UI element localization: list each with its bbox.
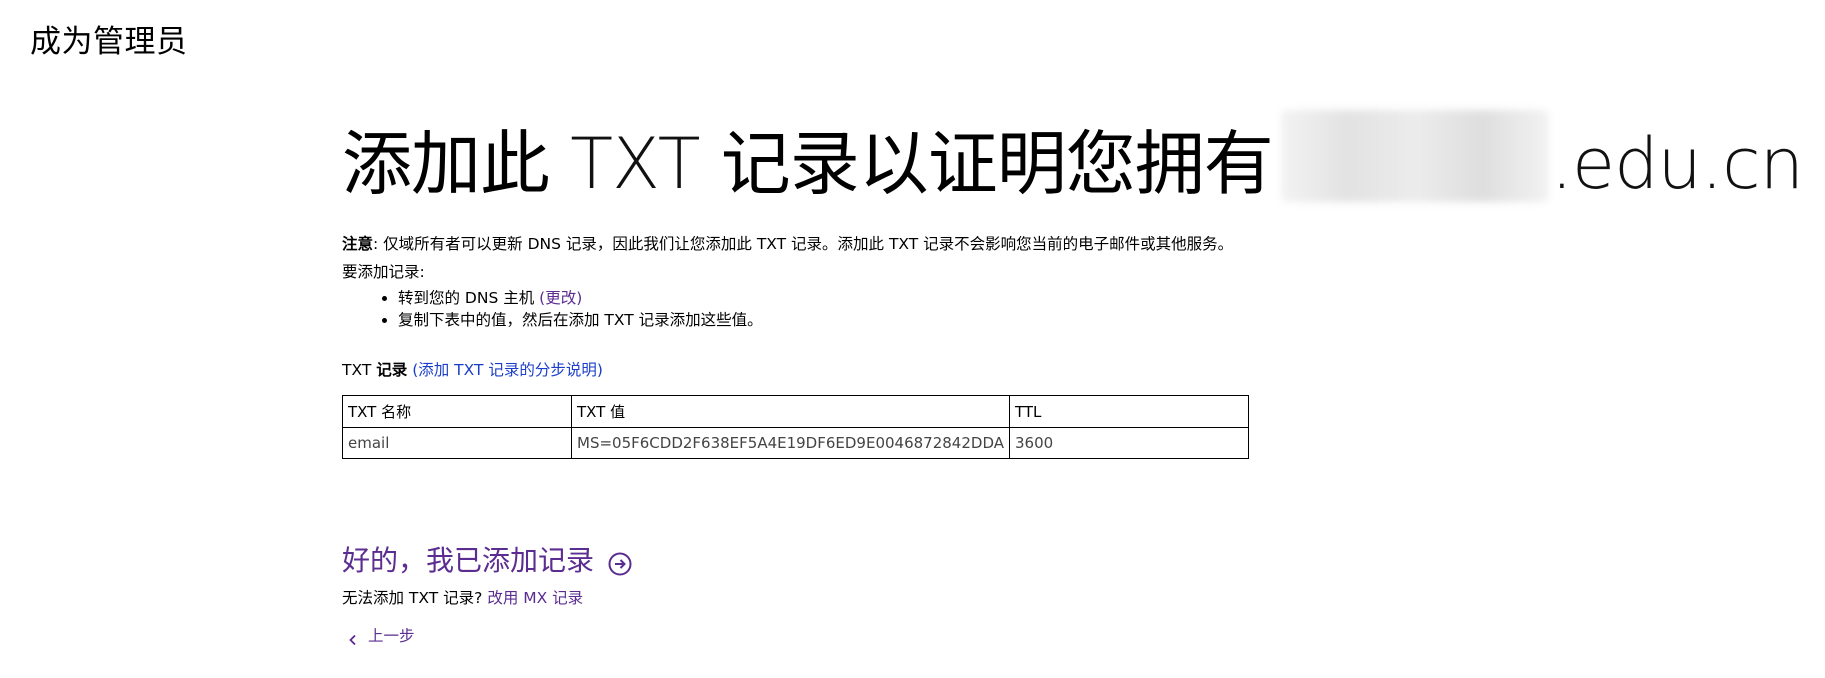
- cell-txt-name[interactable]: email: [342, 427, 572, 459]
- txt-help-link[interactable]: (添加 TXT 记录的分步说明): [412, 361, 603, 379]
- cell-ttl[interactable]: 3600: [1009, 427, 1249, 459]
- page-title: 添加此 TXT 记录以证明您拥有 .edu.cn: [342, 110, 1804, 209]
- redacted-domain: [1280, 110, 1549, 202]
- column-header-ttl: TTL: [1009, 395, 1249, 428]
- cell-txt-value[interactable]: MS=05F6CDD2F638EF5A4E19DF6ED9E0046872842…: [571, 427, 1010, 459]
- table-header-row: TXT 名称 TXT 值 TTL: [342, 395, 1249, 428]
- note-paragraph: 注意: 仅域所有者可以更新 DNS 记录，因此我们让您添加此 TXT 记录。添加…: [342, 233, 1742, 255]
- note-label: 注意: [342, 235, 374, 253]
- title-domain-suffix: .edu.cn: [1550, 123, 1804, 205]
- chevron-left-icon: [348, 630, 358, 646]
- txt-record-label: TXT 记录 (添加 TXT 记录的分步说明): [342, 359, 1742, 381]
- note-text: : 仅域所有者可以更新 DNS 记录，因此我们让您添加此 TXT 记录。添加此 …: [373, 235, 1234, 253]
- table-row: email MS=05F6CDD2F638EF5A4E19DF6ED9E0046…: [342, 427, 1249, 459]
- txt-label-prefix: TXT: [342, 361, 372, 379]
- txt-record-table: TXT 名称 TXT 值 TTL email MS=05F6CDD2F638EF…: [342, 395, 1249, 459]
- confirm-label: 好的，我已添加记录: [342, 544, 595, 577]
- back-button[interactable]: 上一步: [342, 625, 1742, 647]
- step1-text: 转到您的 DNS 主机: [398, 289, 535, 307]
- main-content: 添加此 TXT 记录以证明您拥有 .edu.cn 注意: 仅域所有者可以更新 DN…: [342, 110, 1804, 647]
- confirm-added-record-button[interactable]: 好的，我已添加记录: [342, 543, 1742, 579]
- instructions-list: 转到您的 DNS 主机 (更改) 复制下表中的值，然后在添加 TXT 记录添加这…: [342, 287, 1742, 331]
- change-dns-host-link[interactable]: (更改): [539, 289, 582, 307]
- step2-text: 复制下表中的值，然后在添加 TXT 记录添加这些值。: [398, 311, 763, 329]
- back-label: 上一步: [368, 627, 415, 645]
- alternative-option: 无法添加 TXT 记录? 改用 MX 记录: [342, 587, 1742, 609]
- title-prefix: 添加此: [342, 123, 550, 205]
- column-header-txt-value: TXT 值: [571, 395, 1010, 428]
- column-header-txt-name: TXT 名称: [342, 395, 572, 428]
- use-mx-record-link[interactable]: 改用 MX 记录: [487, 589, 583, 607]
- arrow-circle-right-icon: [608, 549, 632, 576]
- title-txt: TXT: [570, 123, 700, 205]
- instructions-intro: 要添加记录:: [342, 263, 425, 281]
- page-header-title: 成为管理员: [30, 24, 188, 60]
- alt-text: 无法添加 TXT 记录?: [342, 589, 483, 607]
- title-middle: 记录以证明您拥有: [720, 123, 1274, 205]
- list-item: 转到您的 DNS 主机 (更改): [398, 287, 1742, 309]
- txt-label-bold: 记录: [376, 361, 408, 379]
- list-item: 复制下表中的值，然后在添加 TXT 记录添加这些值。: [398, 309, 1742, 331]
